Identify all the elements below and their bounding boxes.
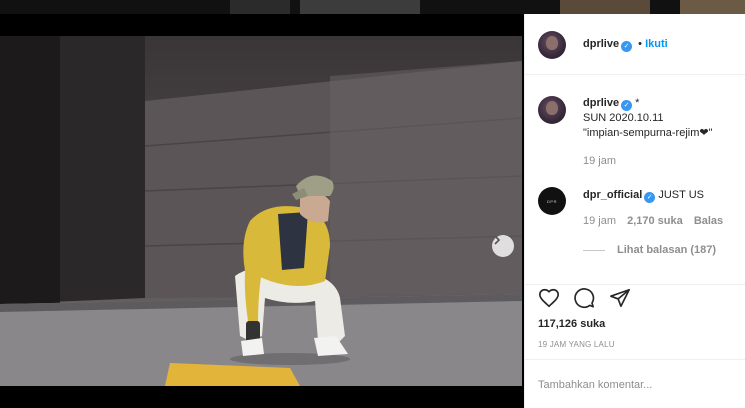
author-line: dprlive ✓ • Ikuti	[583, 38, 668, 52]
verified-badge-icon: ✓	[644, 192, 656, 203]
chevron-right-icon	[494, 235, 501, 245]
photo-light-patch	[330, 61, 522, 296]
caption-username[interactable]: dprlive	[583, 97, 619, 109]
photo-illustration	[0, 36, 522, 386]
author-username[interactable]: dprlive	[583, 38, 619, 50]
post-photo[interactable]	[0, 36, 522, 386]
background-thumbnail	[560, 0, 650, 14]
view-replies-link[interactable]: Lihat balasan (187)	[617, 243, 716, 258]
heart-outline-icon[interactable]	[538, 287, 560, 309]
replies-divider	[583, 250, 605, 251]
caption-date: SUN 2020.10.11	[583, 112, 664, 124]
next-photo-button[interactable]	[492, 235, 514, 257]
post-header: dprlive ✓ • Ikuti	[525, 14, 745, 75]
background-feed-strip	[0, 0, 745, 14]
comment-time: 19 jam	[583, 215, 617, 227]
commenter-username[interactable]: dpr_official	[583, 189, 642, 201]
commenter-avatar-text: DPR	[547, 198, 557, 204]
caption-time: 19 jam	[583, 155, 617, 167]
follow-separator: •	[638, 38, 642, 50]
background-thumbnail	[300, 0, 420, 14]
reply-button[interactable]: Balas	[694, 215, 723, 227]
comment-meta: 19 jam 2,170 suka Balas	[583, 214, 723, 229]
photo-vest	[278, 212, 308, 270]
caption-text: "impian-sempurna-rejim❤"	[583, 127, 713, 139]
post-timestamp[interactable]: 19 JAM YANG LALU	[538, 340, 615, 349]
caption-star: *	[635, 97, 640, 109]
post-sidebar: dprlive ✓ • Ikuti dprlive ✓ * SUN 2020.10.…	[524, 14, 745, 408]
author-avatar[interactable]	[538, 31, 566, 59]
verified-badge-icon: ✓	[621, 41, 633, 52]
photo-shoe-left	[241, 338, 264, 356]
speech-bubble-icon[interactable]	[573, 287, 595, 309]
follow-button[interactable]: Ikuti	[645, 38, 668, 50]
photo-shadow	[0, 36, 60, 308]
paper-plane-icon[interactable]	[609, 287, 631, 309]
commenter-avatar[interactable]: DPR	[538, 187, 566, 215]
background-thumbnail	[230, 0, 290, 14]
likes-count[interactable]: 117,126 suka	[538, 318, 605, 330]
comment-line: dpr_official ✓ JUST US	[583, 188, 704, 203]
add-comment-bar	[525, 359, 745, 408]
caption-header: dprlive ✓ *	[583, 96, 639, 111]
verified-badge-icon: ✓	[621, 100, 633, 111]
comment-text: JUST US	[658, 189, 704, 201]
background-thumbnail	[680, 0, 745, 14]
caption-avatar[interactable]	[538, 96, 566, 124]
comment-likes[interactable]: 2,170 suka	[627, 215, 683, 227]
comment-input[interactable]	[538, 376, 708, 394]
